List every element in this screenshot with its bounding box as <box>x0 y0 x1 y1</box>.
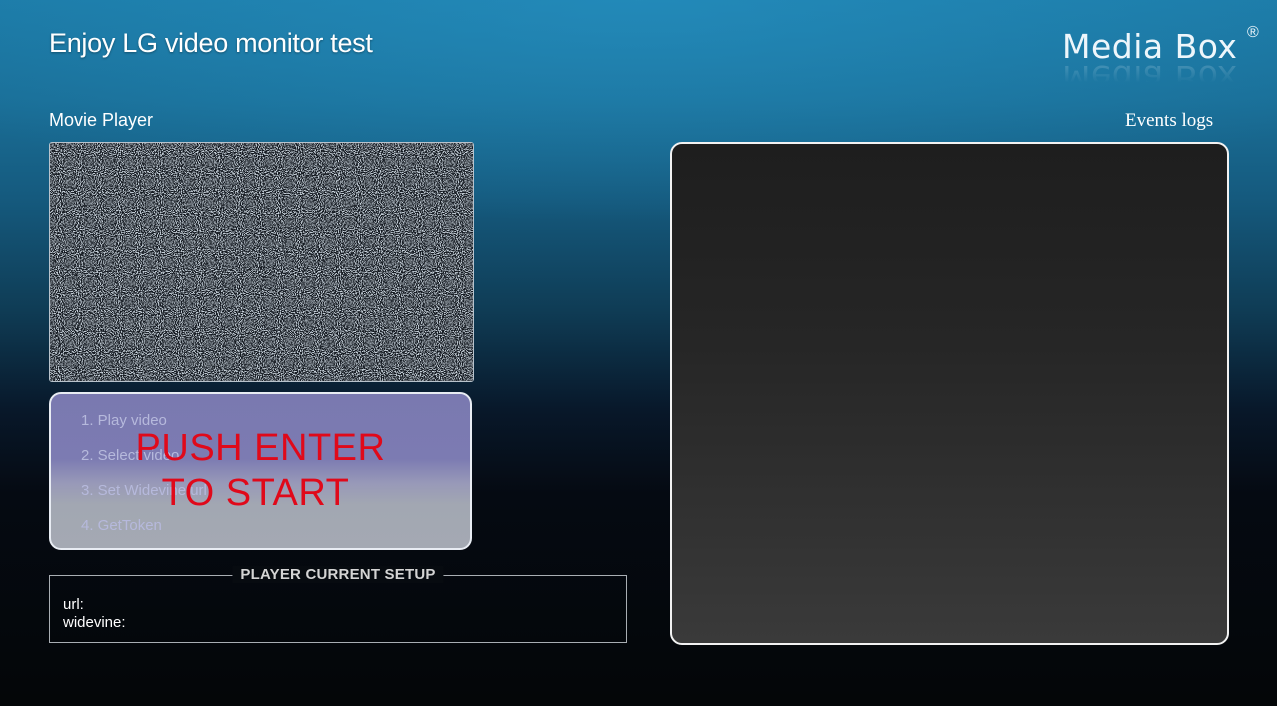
media-box-logo: Media Box Media Box ® <box>1062 24 1262 97</box>
push-enter-line2: TO START <box>161 472 350 514</box>
video-player[interactable] <box>49 142 474 382</box>
player-menu[interactable]: 1. Play video 2. Select video 3. Set Wid… <box>49 392 472 550</box>
events-logs-title: Events logs <box>1125 110 1214 131</box>
setup-rows: url: widevine: <box>63 596 126 632</box>
registered-mark: ® <box>1247 24 1259 41</box>
setup-url-label: url: <box>63 596 84 613</box>
setup-legend: PLAYER CURRENT SETUP <box>232 566 444 583</box>
push-enter-line1: PUSH ENTER <box>135 427 386 469</box>
setup-widevine-label: widevine: <box>63 614 126 631</box>
events-log-panel[interactable] <box>670 142 1229 645</box>
static-noise-screen <box>50 143 473 381</box>
menu-item-get-token[interactable]: 4. GetToken <box>81 517 207 548</box>
app-title: Enjoy LG video monitor test <box>49 28 373 58</box>
player-setup-box: PLAYER CURRENT SETUP url: widevine: <box>49 566 627 643</box>
logo-reflection: Media Box <box>1062 61 1238 97</box>
movie-player-title: Movie Player <box>49 110 154 130</box>
push-enter-overlay: PUSH ENTER TO START <box>51 426 470 516</box>
